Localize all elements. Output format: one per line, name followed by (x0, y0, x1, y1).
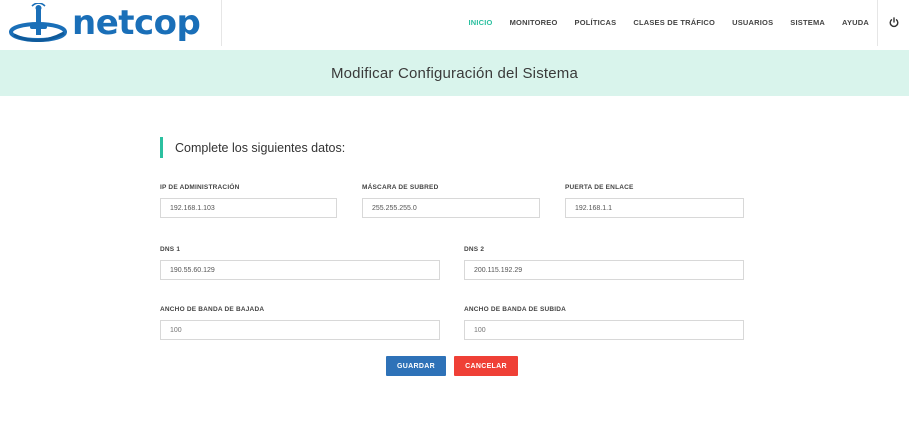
nav-item-monitoreo[interactable]: MONITOREO (510, 18, 558, 27)
nav-item-politicas[interactable]: POLÍTICAS (575, 18, 617, 27)
save-button[interactable]: GUARDAR (386, 356, 446, 376)
subnet-mask-field: MÁSCARA DE SUBRED (362, 184, 540, 218)
gateway-field: PUERTA DE ENLACE (565, 184, 744, 218)
ip-admin-input[interactable] (160, 198, 337, 218)
dns2-input[interactable] (464, 260, 744, 280)
dns1-input[interactable] (160, 260, 440, 280)
ip-admin-label: IP DE ADMINISTRACIÓN (160, 184, 240, 191)
logo-text: netcop (72, 3, 201, 43)
dns2-field: DNS 2 (464, 246, 744, 280)
upload-bandwidth-input[interactable] (464, 320, 744, 340)
nav-item-clases-de-trafico[interactable]: CLASES DE TRÁFICO (633, 18, 715, 27)
subnet-mask-label: MÁSCARA DE SUBRED (362, 184, 439, 191)
page-banner: Modificar Configuración del Sistema (0, 50, 909, 96)
gateway-label: PUERTA DE ENLACE (565, 184, 634, 191)
upload-bandwidth-label: ANCHO DE BANDA DE SUBIDA (464, 306, 567, 313)
power-icon[interactable] (888, 16, 900, 28)
dns1-label: DNS 1 (160, 246, 181, 253)
dns2-label: DNS 2 (464, 246, 485, 253)
section-header: Complete los siguientes datos: (160, 137, 345, 158)
download-bandwidth-label: ANCHO DE BANDA DE BAJADA (160, 306, 265, 313)
page-title: Modificar Configuración del Sistema (330, 64, 579, 82)
antenna-logo-icon (9, 3, 67, 42)
logo[interactable]: netcop (8, 2, 220, 44)
nav-item-inicio[interactable]: INICIO (468, 18, 492, 27)
accent-bar (160, 137, 163, 158)
dns1-field: DNS 1 (160, 246, 440, 280)
download-bandwidth-field: ANCHO DE BANDA DE BAJADA (160, 306, 440, 340)
cancel-button[interactable]: CANCELAR (454, 356, 518, 376)
gateway-input[interactable] (565, 198, 744, 218)
divider (221, 0, 222, 46)
ip-admin-field: IP DE ADMINISTRACIÓN (160, 184, 337, 218)
nav-item-ayuda[interactable]: AYUDA (842, 18, 869, 27)
nav-item-sistema[interactable]: SISTEMA (790, 18, 825, 27)
divider (877, 0, 878, 46)
download-bandwidth-input[interactable] (160, 320, 440, 340)
upload-bandwidth-field: ANCHO DE BANDA DE SUBIDA (464, 306, 744, 340)
top-navbar: netcop INICIO MONITOREO POLÍTICAS CLASES… (0, 0, 909, 46)
subnet-mask-input[interactable] (362, 198, 540, 218)
section-title: Complete los siguientes datos: (175, 140, 346, 155)
main-nav: INICIO MONITOREO POLÍTICAS CLASES DE TRÁ… (451, 18, 869, 27)
nav-item-usuarios[interactable]: USUARIOS (732, 18, 773, 27)
